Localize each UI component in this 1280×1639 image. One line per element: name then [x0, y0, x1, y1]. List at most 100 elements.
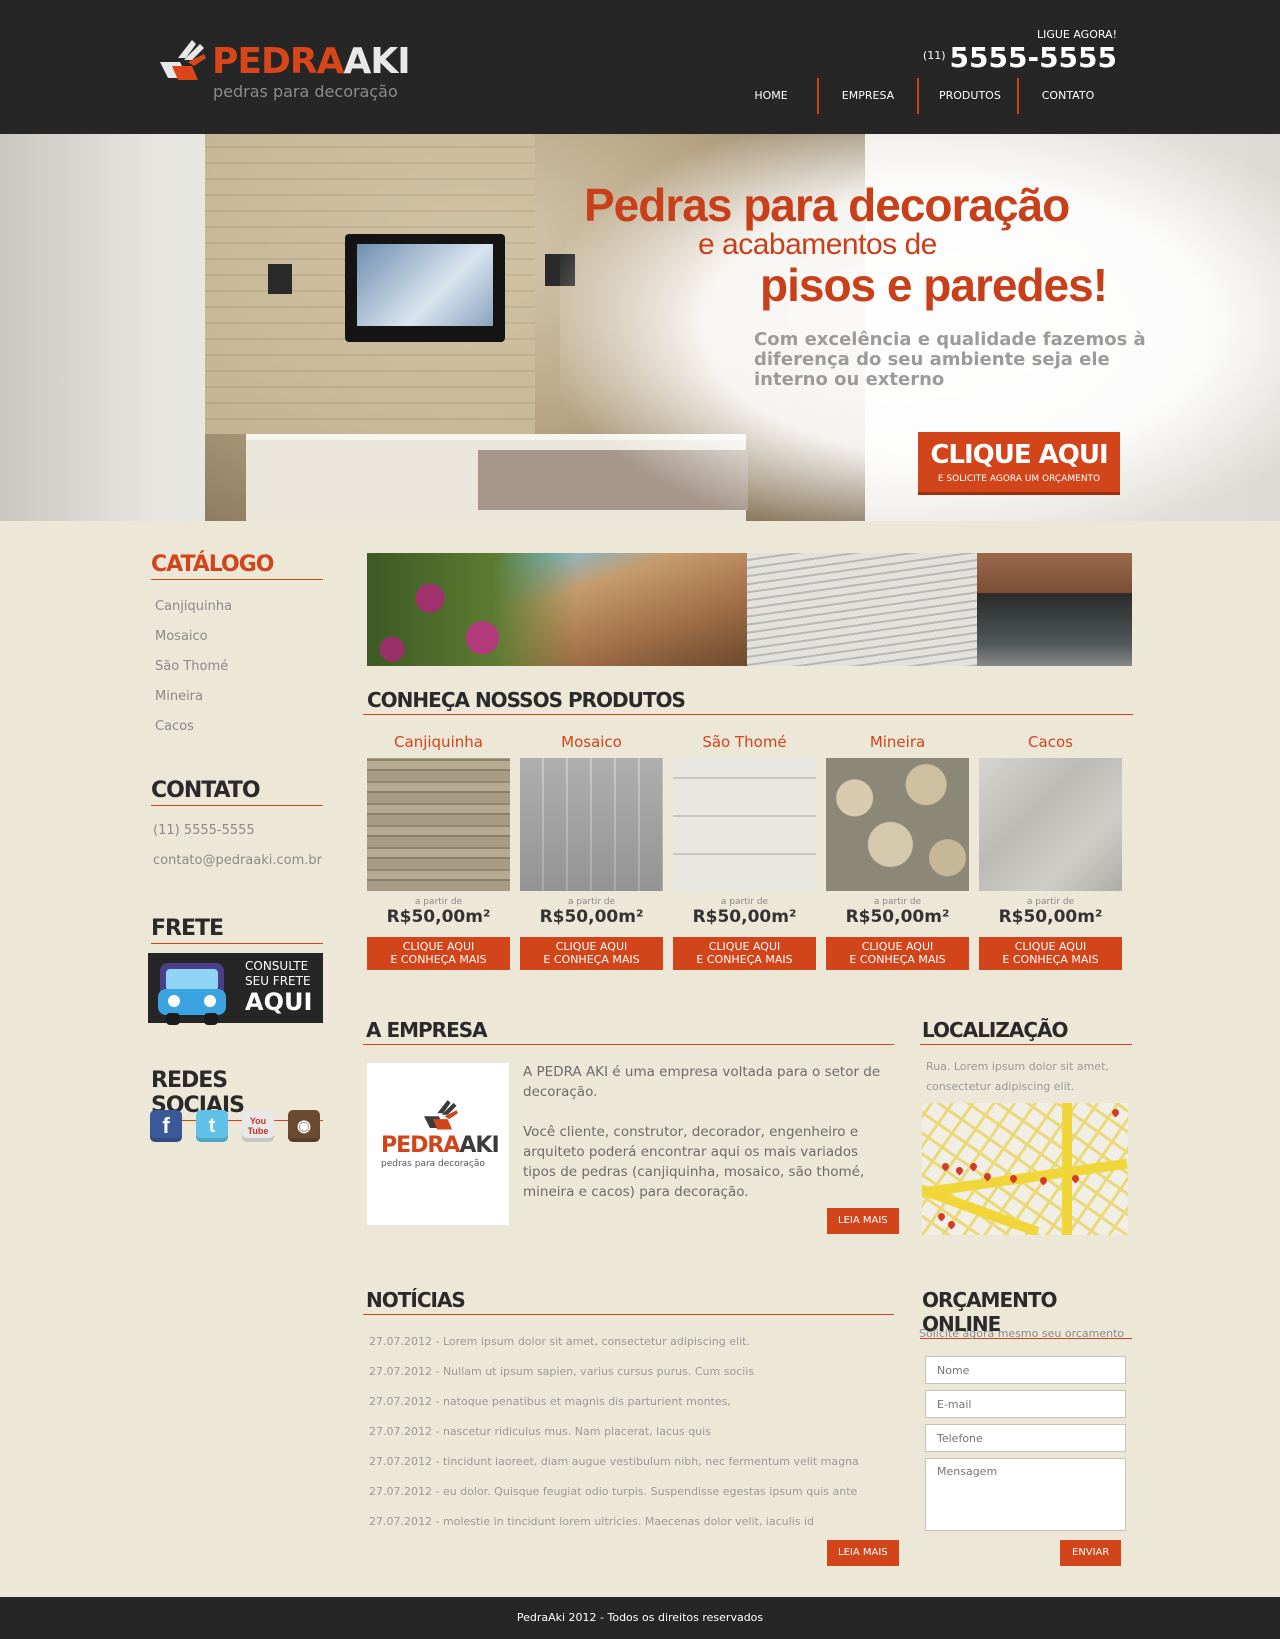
product-btn-line1: CLIQUE AQUI — [555, 940, 628, 953]
product-name[interactable]: Canjiquinha — [367, 732, 510, 758]
catalog-list: Canjiquinha Mosaico São Thomé Mineira Ca… — [155, 592, 232, 742]
logo-mark-icon — [424, 1099, 458, 1130]
product-name[interactable]: Mineira — [826, 732, 969, 758]
news-more-button[interactable]: LEIA MAIS — [827, 1540, 899, 1566]
instagram-icon[interactable]: ◉ — [288, 1110, 320, 1142]
hero-cta-button[interactable]: CLIQUE AQUI E SOLICITE AGORA UM ORÇAMENT… — [918, 432, 1120, 492]
hero-speaker-left — [268, 264, 292, 294]
banner-stone-wall-photo — [747, 553, 977, 666]
product-name[interactable]: Mosaico — [520, 732, 663, 758]
product-card: Canjiquinha a partir de R$50,00m² CLIQUE… — [367, 732, 510, 970]
product-btn-line2: E CONHEÇA MAIS — [696, 953, 793, 966]
product-btn-line2: E CONHEÇA MAIS — [543, 953, 640, 966]
hero-cta-sublabel: E SOLICITE AGORA UM ORÇAMENTO — [937, 474, 1101, 484]
call-number[interactable]: (11) 5555-5555 — [923, 41, 1117, 73]
product-price: R$50,00m² — [998, 907, 1103, 927]
product-card: Cacos a partir de R$50,00m² CLIQUE AQUI E… — [979, 732, 1122, 970]
news-item[interactable]: 27.07.2012 - natoque penatibus et magnis… — [369, 1387, 889, 1417]
product-from-label: a partir de — [720, 897, 769, 907]
product-btn-line2: E CONHEÇA MAIS — [390, 953, 487, 966]
frete-line-3: AQUI — [245, 988, 313, 1016]
empresa-more-button[interactable]: LEIA MAIS — [827, 1208, 899, 1234]
catalog-item-sao-thome[interactable]: São Thomé — [155, 652, 232, 682]
contact-email[interactable]: contato@pedraaki.com.br — [153, 846, 322, 876]
news-item[interactable]: 27.07.2012 - tincidunt laoreet, diam aug… — [369, 1447, 889, 1477]
product-btn-line1: CLIQUE AQUI — [708, 940, 781, 953]
youtube-icon[interactable]: You Tube — [242, 1110, 274, 1142]
nav-empresa[interactable]: EMPRESA — [817, 78, 917, 114]
frete-banner[interactable]: CONSULTE SEU FRETE AQUI — [148, 953, 323, 1025]
product-name[interactable]: Cacos — [979, 732, 1122, 758]
product-more-button[interactable]: CLIQUE AQUI E CONHEÇA MAIS — [979, 937, 1122, 970]
products-grid: Canjiquinha a partir de R$50,00m² CLIQUE… — [367, 732, 1122, 970]
twitter-icon[interactable]: t — [196, 1110, 228, 1142]
catalog-item-mosaico[interactable]: Mosaico — [155, 622, 232, 652]
contact-phone[interactable]: (11) 5555-5555 — [153, 816, 322, 846]
quote-message-input[interactable] — [925, 1458, 1126, 1531]
product-name[interactable]: São Thomé — [673, 732, 816, 758]
hero-banner: Pedras para decoração e acabamentos de p… — [0, 134, 1280, 521]
catalog-item-cacos[interactable]: Cacos — [155, 712, 232, 742]
product-more-button[interactable]: CLIQUE AQUI E CONHEÇA MAIS — [673, 937, 816, 970]
map-pin-icon — [940, 1161, 951, 1172]
facebook-icon[interactable]: f — [150, 1110, 182, 1142]
hero-tv — [345, 234, 505, 342]
frete-line-2: SEU FRETE — [245, 974, 311, 988]
product-price: R$50,00m² — [539, 907, 644, 927]
contact-title: CONTATO — [151, 778, 323, 806]
quote-submit-button[interactable]: ENVIAR — [1060, 1540, 1122, 1566]
hero-tv-screen — [357, 244, 493, 326]
product-image[interactable] — [826, 758, 969, 891]
contact-list: (11) 5555-5555 contato@pedraaki.com.br — [153, 816, 322, 876]
product-from-label: a partir de — [873, 897, 922, 907]
product-image[interactable] — [367, 758, 510, 891]
news-item[interactable]: 27.07.2012 - eu dolor. Quisque feugiat o… — [369, 1477, 889, 1507]
call-area-code: (11) — [922, 49, 946, 62]
map-road — [1062, 1103, 1072, 1235]
product-image[interactable] — [520, 758, 663, 891]
product-card: Mineira a partir de R$50,00m² CLIQUE AQU… — [826, 732, 969, 970]
quote-subtitle: Solicite agora mesmo seu orçamento — [919, 1327, 1125, 1340]
site-logo[interactable]: PEDRAAKI pedras para decoração — [158, 32, 411, 102]
nav-contato[interactable]: CONTATO — [1017, 78, 1117, 114]
empresa-description: A PEDRA AKI é uma empresa voltada para o… — [523, 1062, 895, 1202]
product-image[interactable] — [979, 758, 1122, 891]
nav-produtos[interactable]: PRODUTOS — [917, 78, 1017, 114]
news-list: 27.07.2012 - Lorem ipsum dolor sit amet,… — [369, 1327, 889, 1537]
product-more-button[interactable]: CLIQUE AQUI E CONHEÇA MAIS — [520, 937, 663, 970]
product-price: R$50,00m² — [845, 907, 950, 927]
product-from-label: a partir de — [1026, 897, 1075, 907]
quote-name-input[interactable] — [925, 1356, 1126, 1384]
product-image[interactable] — [673, 758, 816, 891]
location-address: Rua. Lorem ipsum dolor sit amet, consect… — [926, 1060, 1109, 1093]
catalog-item-canjiquinha[interactable]: Canjiquinha — [155, 592, 232, 622]
product-card: São Thomé a partir de R$50,00m² CLIQUE A… — [673, 732, 816, 970]
logo-mark-icon — [160, 40, 206, 80]
product-btn-line1: CLIQUE AQUI — [1014, 940, 1087, 953]
news-item[interactable]: 27.07.2012 - Nullam ut ipsum sapien, var… — [369, 1357, 889, 1387]
banner-flowers — [367, 553, 577, 666]
map-pin-icon — [946, 1219, 957, 1230]
quote-phone-input[interactable] — [925, 1424, 1126, 1452]
hero-headline-2: e acabamentos de — [698, 228, 937, 261]
empresa-para-2: Você cliente, construtor, decorador, eng… — [523, 1124, 865, 1200]
empresa-title: A EMPRESA — [363, 1018, 894, 1045]
quote-email-input[interactable] — [925, 1390, 1126, 1418]
location-map[interactable] — [922, 1103, 1128, 1235]
nav-home[interactable]: HOME — [725, 78, 817, 114]
call-label: LIGUE AGORA! — [1036, 28, 1117, 41]
news-item[interactable]: 27.07.2012 - Lorem ipsum dolor sit amet,… — [369, 1327, 889, 1357]
product-price: R$50,00m² — [692, 907, 797, 927]
frete-title: FRETE — [151, 916, 323, 944]
catalog-item-mineira[interactable]: Mineira — [155, 682, 232, 712]
location-title: LOCALIZAÇÃO — [920, 1018, 1132, 1045]
frete-text: CONSULTE SEU FRETE AQUI — [245, 959, 312, 1015]
news-item[interactable]: 27.07.2012 - molestie in tincidunt lorem… — [369, 1507, 889, 1537]
logo-wordmark: PEDRAAKI — [212, 41, 411, 82]
social-links: f t You Tube ◉ — [150, 1110, 320, 1142]
product-more-button[interactable]: CLIQUE AQUI E CONHEÇA MAIS — [826, 937, 969, 970]
banner-pool-photo — [367, 553, 747, 666]
product-btn-line2: E CONHEÇA MAIS — [849, 953, 946, 966]
product-more-button[interactable]: CLIQUE AQUI E CONHEÇA MAIS — [367, 937, 510, 970]
news-item[interactable]: 27.07.2012 - nascetur ridiculus mus. Nam… — [369, 1417, 889, 1447]
